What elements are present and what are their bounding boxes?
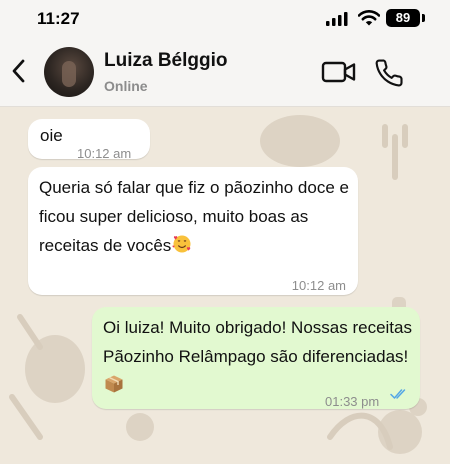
message-body: Queria só falar que fiz o pãozinho doce … <box>39 173 353 260</box>
message-time: 10:12 am <box>77 146 132 161</box>
message-bubble-incoming[interactable]: oie 10:12 am <box>28 119 150 161</box>
avatar[interactable] <box>44 47 94 97</box>
message-text: oie <box>40 126 63 145</box>
battery-icon: 89 <box>386 9 420 27</box>
video-camera-icon[interactable] <box>321 60 357 84</box>
chat-header: Luiza Bélggio Online <box>0 36 450 107</box>
message-time: 10:12 am <box>291 278 346 293</box>
message-text: Oi luiza! Muito obrigado! Nossas receita… <box>103 318 412 366</box>
chat-area[interactable]: oie 10:12 am Queria só falar que fiz o p… <box>0 107 450 464</box>
status-bar: 11:27 89 <box>0 0 450 36</box>
chevron-left-icon[interactable] <box>6 54 30 88</box>
message-time: 01:33 pm <box>325 394 380 409</box>
wifi-icon <box>358 10 380 26</box>
message-text: Queria só falar que fiz o pãozinho doce … <box>39 178 349 255</box>
presence-status: Online <box>104 78 148 94</box>
cellular-signal-icon <box>326 12 348 26</box>
smiling-face-with-hearts-emoji <box>172 235 191 253</box>
package-emoji <box>105 375 123 393</box>
battery-tip <box>422 14 425 22</box>
phone-icon[interactable] <box>374 58 404 88</box>
double-check-read-icon <box>390 389 406 399</box>
contact-name[interactable]: Luiza Bélggio <box>104 50 228 72</box>
message-bubble-incoming[interactable]: Queria só falar que fiz o pãozinho doce … <box>28 167 358 295</box>
status-time: 11:27 <box>37 9 80 28</box>
battery-level: 89 <box>395 10 411 25</box>
message-bubble-outgoing[interactable]: Oi luiza! Muito obrigado! Nossas receita… <box>92 307 420 409</box>
